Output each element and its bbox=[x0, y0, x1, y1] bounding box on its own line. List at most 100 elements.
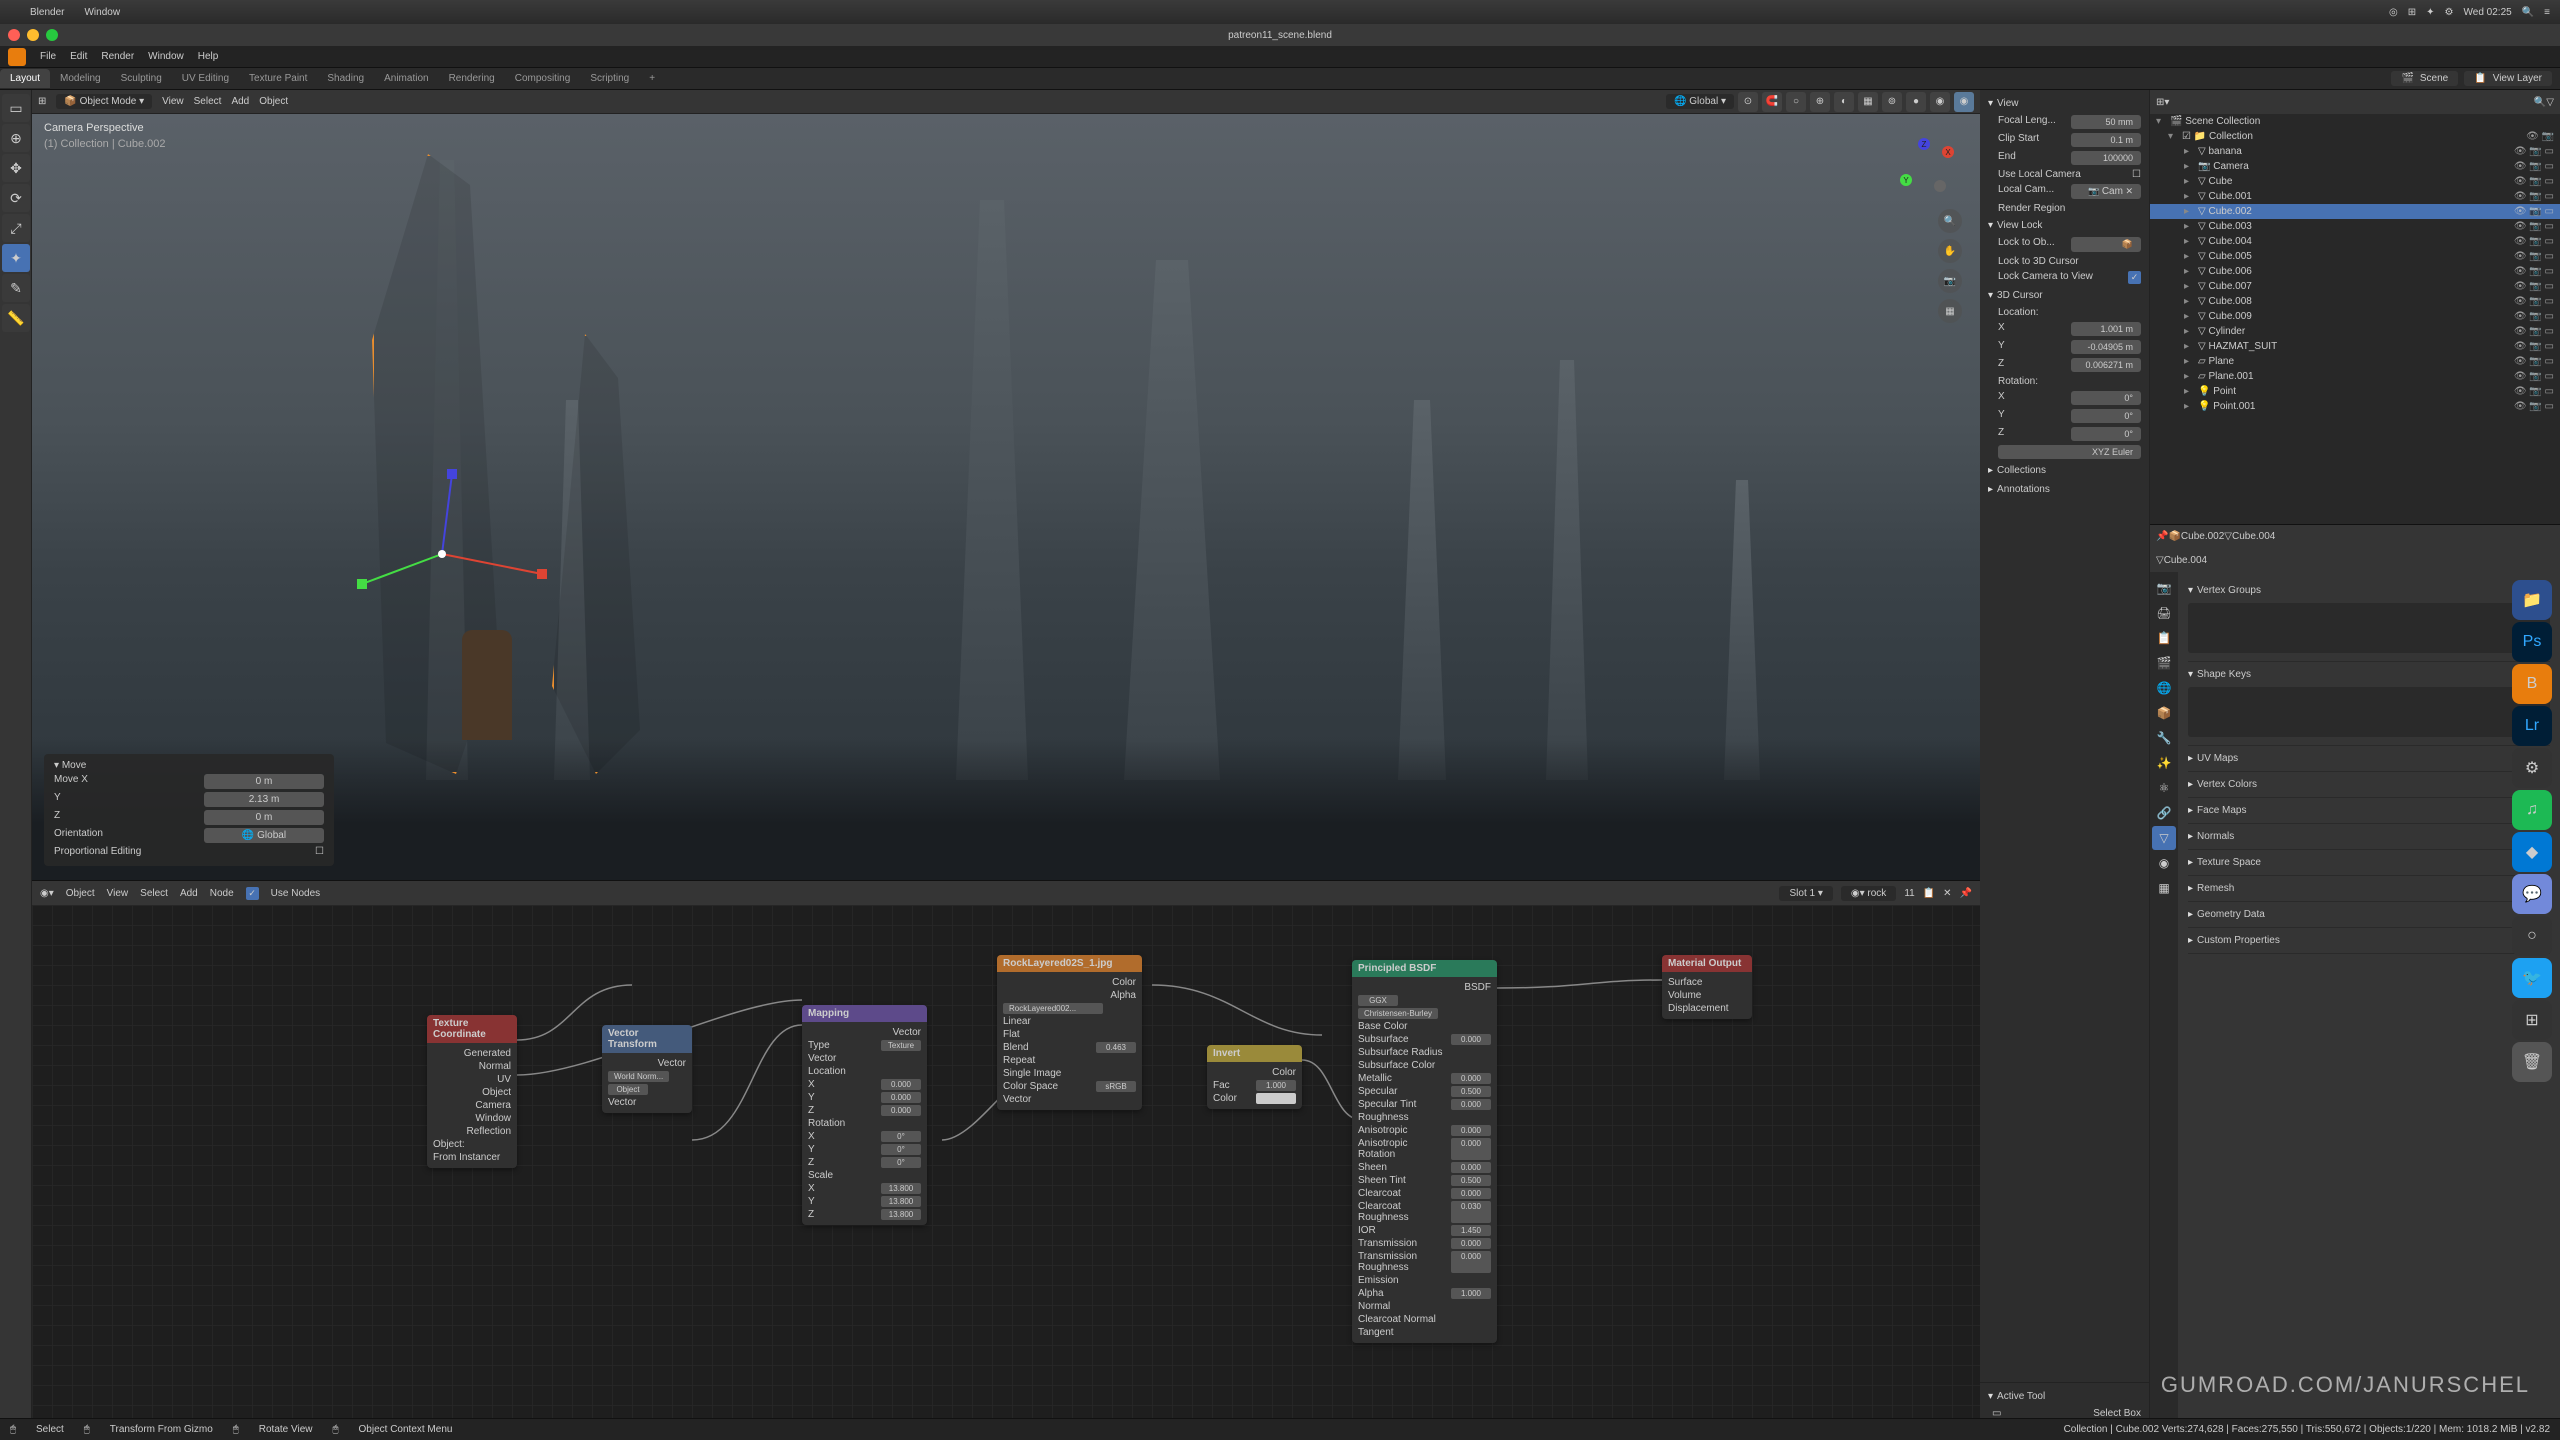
tab-add[interactable]: + bbox=[639, 69, 665, 88]
dock-discord[interactable]: 💬 bbox=[2512, 874, 2552, 914]
tab-rendering[interactable]: Rendering bbox=[439, 69, 505, 88]
editor-type-icon[interactable]: ◉▾ bbox=[40, 888, 54, 899]
tab-animation[interactable]: Animation bbox=[374, 69, 438, 88]
shading-matprev-icon[interactable]: ◉ bbox=[1930, 92, 1950, 112]
scale-tool[interactable]: ⤢ bbox=[2, 214, 30, 242]
outliner-item[interactable]: ▸▽ Cube.008👁 📷 ▭ bbox=[2150, 294, 2560, 309]
close-button[interactable] bbox=[8, 29, 20, 41]
shading-solid-icon[interactable]: ● bbox=[1906, 92, 1926, 112]
viewlayer-selector[interactable]: 📋 View Layer bbox=[2464, 71, 2552, 86]
outliner-item[interactable]: ▸▽ Cube.005👁 📷 ▭ bbox=[2150, 249, 2560, 264]
menu-edit[interactable]: Edit bbox=[70, 51, 87, 62]
overlay-icon[interactable]: ◐ bbox=[1834, 92, 1854, 112]
dock-app5[interactable]: ⊞ bbox=[2512, 1000, 2552, 1040]
node-menu-view[interactable]: View bbox=[107, 888, 129, 899]
dock-app4[interactable]: 🐦 bbox=[2512, 958, 2552, 998]
dock-blender[interactable]: B bbox=[2512, 664, 2552, 704]
props-tab-particle[interactable]: ✨ bbox=[2152, 751, 2176, 775]
menubar-icon[interactable]: ◎ bbox=[2389, 7, 2398, 18]
tab-layout[interactable]: Layout bbox=[0, 69, 50, 88]
node-principled-bsdf[interactable]: Principled BSDF BSDF GGX Christensen-Bur… bbox=[1352, 960, 1497, 1343]
outliner-item[interactable]: ▸▽ Cube👁 📷 ▭ bbox=[2150, 174, 2560, 189]
slot-selector[interactable]: Slot 1 ▾ bbox=[1779, 886, 1832, 901]
outliner-item[interactable]: ▸📷 Camera👁 📷 ▭ bbox=[2150, 159, 2560, 174]
props-tab-physics[interactable]: ⚛ bbox=[2152, 776, 2176, 800]
unlink-icon[interactable]: ✕ bbox=[1943, 888, 1951, 899]
cursor-y[interactable]: -0.04905 m bbox=[2071, 340, 2141, 354]
menubar-icon[interactable]: 🔍 bbox=[2522, 7, 2534, 18]
dock-app2[interactable]: ◆ bbox=[2512, 832, 2552, 872]
node-vector-transform[interactable]: Vector Transform Vector World Norm... Ob… bbox=[602, 1025, 692, 1113]
menu-window[interactable]: Window bbox=[148, 51, 184, 62]
editor-type-icon[interactable]: ⊞ bbox=[38, 96, 46, 107]
node-image-texture[interactable]: RockLayered02S_1.jpg Color Alpha RockLay… bbox=[997, 955, 1142, 1110]
gizmo-toggle-icon[interactable]: ⊕ bbox=[1810, 92, 1830, 112]
move-tool[interactable]: ✥ bbox=[2, 154, 30, 182]
tab-compositing[interactable]: Compositing bbox=[505, 69, 581, 88]
outliner-item[interactable]: ▸💡 Point.001👁 📷 ▭ bbox=[2150, 399, 2560, 414]
menubar-icon[interactable]: ⊞ bbox=[2408, 7, 2416, 18]
node-invert[interactable]: Invert Color Fac1.000 Color bbox=[1207, 1045, 1302, 1109]
props-tab-world[interactable]: 🌐 bbox=[2152, 676, 2176, 700]
cursor-rz[interactable]: 0° bbox=[2071, 427, 2141, 441]
menu-help[interactable]: Help bbox=[198, 51, 219, 62]
viewport-3d[interactable]: Camera Perspective (1) Collection | Cube… bbox=[32, 114, 1980, 880]
window-menu[interactable]: Window bbox=[84, 7, 120, 18]
cursor-ry[interactable]: 0° bbox=[2071, 409, 2141, 423]
outliner-item[interactable]: ▸▽ HAZMAT_SUIT👁 📷 ▭ bbox=[2150, 339, 2560, 354]
euler-mode[interactable]: XYZ Euler bbox=[1998, 445, 2141, 459]
outliner-item[interactable]: ▸▽ banana👁 📷 ▭ bbox=[2150, 144, 2560, 159]
local-cam[interactable]: 📷 Cam ✕ bbox=[2071, 184, 2141, 199]
outliner-item[interactable]: ▸▽ Cube.001👁 📷 ▭ bbox=[2150, 189, 2560, 204]
props-data[interactable]: Cube.004 bbox=[2232, 531, 2275, 542]
dock-app[interactable]: ⚙ bbox=[2512, 748, 2552, 788]
vp-menu-add[interactable]: Add bbox=[231, 96, 249, 107]
node-menu-add[interactable]: Add bbox=[180, 888, 198, 899]
vp-menu-select[interactable]: Select bbox=[194, 96, 222, 107]
menu-render[interactable]: Render bbox=[101, 51, 134, 62]
transform-tool[interactable]: ✦ bbox=[2, 244, 30, 272]
tab-uv[interactable]: UV Editing bbox=[172, 69, 239, 88]
use-nodes-checkbox[interactable]: ✓ bbox=[246, 887, 259, 900]
pivot-icon[interactable]: ⊙ bbox=[1738, 92, 1758, 112]
props-tab-constraint[interactable]: 🔗 bbox=[2152, 801, 2176, 825]
node-material-output[interactable]: Material Output Surface Volume Displacem… bbox=[1662, 955, 1752, 1019]
tab-texpaint[interactable]: Texture Paint bbox=[239, 69, 317, 88]
props-tab-object[interactable]: 📦 bbox=[2152, 701, 2176, 725]
zoom-icon[interactable]: 🔍 bbox=[1938, 209, 1962, 233]
outliner-item[interactable]: ▸▽ Cube.009👁 📷 ▭ bbox=[2150, 309, 2560, 324]
dock-photoshop[interactable]: Ps bbox=[2512, 622, 2552, 662]
props-tab-data[interactable]: ▽ bbox=[2152, 826, 2176, 850]
clip-end[interactable]: 100000 bbox=[2071, 151, 2141, 165]
shading-wire-icon[interactable]: ⊚ bbox=[1882, 92, 1902, 112]
lock-cam-check[interactable]: ✓ bbox=[2128, 271, 2141, 284]
node-menu-node[interactable]: Node bbox=[210, 888, 234, 899]
node-texture-coordinate[interactable]: Texture Coordinate Generated Normal UV O… bbox=[427, 1015, 517, 1168]
dock-trash[interactable]: 🗑 bbox=[2512, 1042, 2552, 1082]
tab-scripting[interactable]: Scripting bbox=[580, 69, 639, 88]
nav-gizmo[interactable]: X Y Z bbox=[1898, 136, 1958, 196]
props-tab-texture[interactable]: ▦ bbox=[2152, 876, 2176, 900]
cursor-tool[interactable]: ⊕ bbox=[2, 124, 30, 152]
material-users[interactable]: 11 bbox=[1904, 888, 1914, 899]
props-tab-render[interactable]: 📷 bbox=[2152, 576, 2176, 600]
xray-icon[interactable]: ▦ bbox=[1858, 92, 1878, 112]
node-menu-select[interactable]: Select bbox=[140, 888, 168, 899]
outliner-item[interactable]: ▸▽ Cube.003👁 📷 ▭ bbox=[2150, 219, 2560, 234]
vp-menu-object[interactable]: Object bbox=[259, 96, 288, 107]
persp-icon[interactable]: ▦ bbox=[1938, 299, 1962, 323]
move-x[interactable]: 0 m bbox=[204, 774, 324, 789]
props-object[interactable]: Cube.002 bbox=[2181, 531, 2224, 542]
outliner-item[interactable]: ▸▽ Cube.007👁 📷 ▭ bbox=[2150, 279, 2560, 294]
props-pin-icon[interactable]: 📌 bbox=[2156, 531, 2168, 542]
maximize-button[interactable] bbox=[46, 29, 58, 41]
move-z[interactable]: 0 m bbox=[204, 810, 324, 825]
cursor-z[interactable]: 0.006271 m bbox=[2071, 358, 2141, 372]
cursor-rx[interactable]: 0° bbox=[2071, 391, 2141, 405]
tab-shading[interactable]: Shading bbox=[317, 69, 374, 88]
outliner-item[interactable]: ▸▽ Cylinder👁 📷 ▭ bbox=[2150, 324, 2560, 339]
camera-icon[interactable]: 📷 bbox=[1938, 269, 1962, 293]
lock-object[interactable]: 📦 bbox=[2071, 237, 2141, 252]
proportional-icon[interactable]: ○ bbox=[1786, 92, 1806, 112]
orientation-selector[interactable]: 🌐 Global ▾ bbox=[1666, 94, 1734, 109]
